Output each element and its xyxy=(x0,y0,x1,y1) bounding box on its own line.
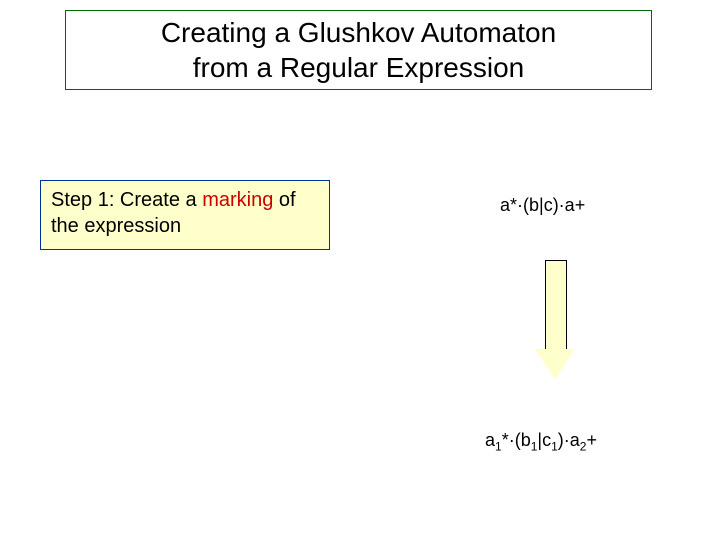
slide-title-box: Creating a Glushkov Automaton from a Reg… xyxy=(65,10,652,90)
title-line2: from a Regular Expression xyxy=(193,52,524,83)
arrow-shaft xyxy=(545,260,567,351)
expression-top: a*·(b|c)·a+ xyxy=(500,195,585,216)
step-highlight: marking xyxy=(202,189,273,211)
eb-p1: a xyxy=(485,430,495,450)
expression-bottom: a1*·(b1|c1)·a2+ xyxy=(485,430,597,454)
eb-s1: 1 xyxy=(495,440,502,454)
expr-top-text: a*·(b|c)·a+ xyxy=(500,195,585,215)
step-box: Step 1: Create a marking of the expressi… xyxy=(40,180,330,250)
step-prefix: Step 1: Create a xyxy=(51,189,202,211)
down-arrow xyxy=(535,260,575,380)
slide-title: Creating a Glushkov Automaton from a Reg… xyxy=(161,15,556,85)
eb-p3: |c xyxy=(537,430,551,450)
arrow-head xyxy=(535,349,575,379)
eb-p2: *·(b xyxy=(502,430,531,450)
eb-s3: 1 xyxy=(551,440,558,454)
eb-p5: + xyxy=(586,430,597,450)
title-line1: Creating a Glushkov Automaton xyxy=(161,17,556,48)
eb-p4: )·a xyxy=(558,430,580,450)
